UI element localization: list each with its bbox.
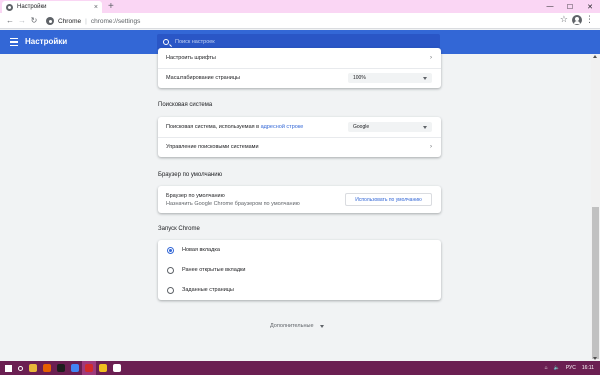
zoom-row: Масштабирование страницы 100% [158,68,441,88]
media-player-icon [57,364,65,372]
fonts-row[interactable]: Настроить шрифты › [158,48,441,68]
taskbar-app-active[interactable] [82,361,96,375]
radio-unchecked-icon[interactable] [167,266,174,274]
firefox-icon [43,364,51,372]
radio-checked-icon[interactable] [167,246,174,254]
maximize-button[interactable]: ☐ [560,0,580,13]
profile-avatar-icon[interactable] [572,15,582,25]
reload-button[interactable]: ↻ [28,14,40,28]
search-engine-section-title: Поисковая система [158,102,213,108]
forward-button[interactable]: → [16,14,28,28]
omnibox-url: chrome://settings [90,17,141,25]
close-window-button[interactable]: ✕ [580,0,600,13]
startup-option[interactable]: Ранее открытые вкладки [158,260,441,280]
zoom-value: 100% [353,75,366,81]
radio-unchecked-icon[interactable] [167,286,174,294]
settings-favicon-icon [6,3,13,11]
system-tray: ⌂ 🔈 РУС 16:11 [539,361,594,375]
settings-content: Настроить шрифты › Масштабирование стран… [0,48,600,361]
search-engine-label: Поисковая система, используемая в адресн… [166,124,304,130]
dropdown-caret-icon [423,76,427,80]
tab-settings[interactable]: Настройки × [2,1,102,13]
advanced-label: Дополнительные [270,323,314,329]
chrome-menu-icon[interactable]: ⋮ [585,15,594,24]
taskbar-search-button[interactable] [14,361,26,375]
page-scrollbar[interactable] [591,54,600,361]
taskbar-app-settings[interactable] [110,361,124,375]
chevron-right-icon: › [430,144,432,150]
default-browser-sublabel: Назначить Google Chrome браузером по умо… [166,200,300,207]
omnibox-scheme: Chrome [58,17,82,25]
appearance-card: Настроить шрифты › Масштабирование стран… [158,48,441,88]
clock[interactable]: 16:11 [582,365,594,371]
chrome-icon [71,364,79,372]
browser-toolbar: ← → ↻ Chrome | chrome://settings ☆ ⋮ [0,13,600,29]
minimize-button[interactable]: — [540,0,560,13]
bookmark-star-icon[interactable]: ☆ [560,14,568,25]
manage-search-engines-row[interactable]: Управление поисковыми системами › [158,137,441,157]
dropdown-caret-icon [423,125,427,129]
address-bar-link[interactable]: адресной строке [261,124,304,130]
start-button[interactable] [2,361,14,375]
search-engine-value: Google [353,124,370,130]
tab-strip: Настройки × + — ☐ ✕ [0,0,600,13]
windows-logo-icon [4,364,12,372]
startup-option-label: Новая вкладка [182,247,220,253]
taskbar-app-chrome[interactable] [68,361,82,375]
network-icon[interactable]: ⌂ [545,365,548,371]
zoom-label: Масштабирование страницы [166,75,240,81]
zoom-select[interactable]: 100% [348,73,432,83]
fonts-label: Настроить шрифты [166,55,216,61]
make-default-button[interactable]: Использовать по умолчанию [345,193,432,206]
default-browser-section-title: Браузер по умолчанию [158,172,223,178]
chevron-down-icon [319,324,324,328]
windows-taskbar: ⌂ 🔈 РУС 16:11 [0,361,600,375]
taskbar-app-paint[interactable] [96,361,110,375]
default-browser-card: Браузер по умолчанию Назначить Google Ch… [158,186,441,213]
scroll-down-arrow-icon[interactable] [593,357,597,360]
startup-card: Новая вкладка Ранее открытые вкладки Зад… [158,240,441,300]
startup-option[interactable]: Заданные страницы [158,280,441,300]
search-placeholder: Поиск настроек [175,39,215,45]
advanced-toggle[interactable]: Дополнительные [270,323,324,329]
new-tab-button[interactable]: + [108,2,114,12]
search-engine-select[interactable]: Google [348,122,432,132]
taskbar-app-media-player[interactable] [54,361,68,375]
volume-icon[interactable]: 🔈 [554,365,560,371]
scrollbar-thumb[interactable] [592,207,599,359]
startup-option-label: Ранее открытые вкладки [182,267,246,273]
startup-option[interactable]: Новая вкладка [158,240,441,260]
chevron-right-icon: › [430,55,432,61]
address-bar[interactable]: Chrome | chrome://settings [46,14,551,28]
taskbar-app-firefox[interactable] [40,361,54,375]
close-tab-icon[interactable]: × [94,4,98,11]
search-icon [163,39,169,45]
startup-section-title: Запуск Chrome [158,226,200,232]
hamburger-menu-icon[interactable] [10,38,18,46]
page-title: Настройки [25,37,68,46]
folder-icon [29,364,37,372]
gear-icon [113,364,121,372]
back-button[interactable]: ← [4,14,16,28]
startup-option-label: Заданные страницы [182,287,234,293]
search-engine-card: Поисковая система, используемая в адресн… [158,117,441,157]
tab-title: Настройки [17,4,47,10]
window-controls: — ☐ ✕ [540,0,600,13]
scroll-up-arrow-icon[interactable] [593,55,597,58]
app-red-icon [85,364,93,372]
paint-icon [99,364,107,372]
language-indicator[interactable]: РУС [566,365,576,371]
omnibox-separator: | [85,17,87,25]
manage-search-engines-label: Управление поисковыми системами [166,144,259,150]
default-browser-label: Браузер по умолчанию [166,192,225,199]
search-engine-row: Поисковая система, используемая в адресн… [158,117,441,137]
taskbar-app-explorer[interactable] [26,361,40,375]
taskbar-search-icon [17,365,23,371]
chrome-page-icon [46,17,54,25]
